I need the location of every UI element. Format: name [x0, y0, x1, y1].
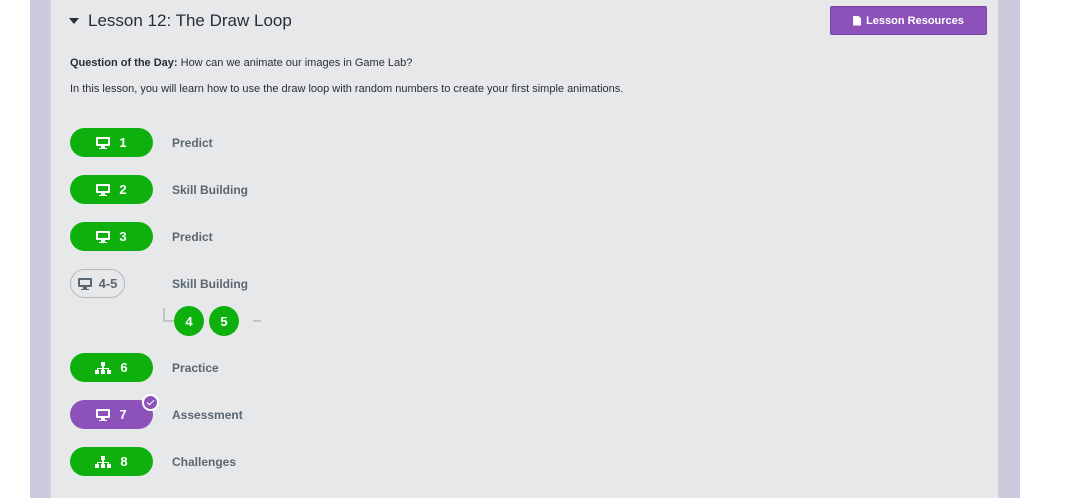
monitor-icon — [96, 136, 111, 149]
level-bubble-8[interactable]: 8 — [70, 447, 153, 476]
level-bubble-6[interactable]: 6 — [70, 353, 153, 382]
level-number: 4-5 — [98, 276, 118, 291]
level-label[interactable]: Practice — [172, 361, 219, 375]
sitemap-icon — [95, 455, 112, 468]
level-bubble-1[interactable]: 1 — [70, 128, 153, 157]
level-label[interactable]: Skill Building — [172, 277, 248, 291]
lesson-resources-button[interactable]: Lesson Resources — [830, 6, 987, 35]
level-bubble-7[interactable]: 7 — [70, 394, 159, 429]
sublevel-bubble-4[interactable]: 4 — [174, 306, 204, 336]
monitor-icon — [96, 230, 111, 243]
level-row: 3 Predict — [70, 222, 213, 251]
level-number: 3 — [119, 229, 127, 244]
level-bubble-3[interactable]: 3 — [70, 222, 153, 251]
file-icon — [853, 15, 862, 26]
caret-down-icon[interactable] — [69, 18, 79, 24]
level-label[interactable]: Predict — [172, 136, 213, 150]
level-label[interactable]: Predict — [172, 230, 213, 244]
level-row: 1 Predict — [70, 128, 213, 157]
level-bubble-2[interactable]: 2 — [70, 175, 153, 204]
lesson-intro: In this lesson, you will learn how to us… — [70, 83, 624, 95]
level-row: 2 Skill Building — [70, 175, 248, 204]
level-row: 7 Assessment — [70, 394, 243, 429]
level-number: 8 — [120, 454, 128, 469]
lesson-header[interactable]: Lesson 12: The Draw Loop — [69, 10, 292, 32]
level-bubble-4-5[interactable]: 4-5 — [70, 269, 125, 298]
level-number: 1 — [119, 135, 127, 150]
sublevel-bubble-5[interactable]: 5 — [209, 306, 239, 336]
check-icon — [142, 394, 159, 411]
level-label[interactable]: Assessment — [172, 408, 243, 422]
lesson-panel: Lesson 12: The Draw Loop Lesson Resource… — [50, 0, 999, 498]
level-row: 6 Practice — [70, 353, 219, 382]
question-label: Question of the Day: — [70, 57, 178, 69]
page-frame: Lesson 12: The Draw Loop Lesson Resource… — [30, 0, 1020, 498]
sitemap-icon — [95, 361, 112, 374]
level-number: 7 — [119, 407, 127, 422]
monitor-icon — [96, 183, 111, 196]
question-of-the-day: Question of the Day: How can we animate … — [70, 57, 412, 69]
level-label[interactable]: Skill Building — [172, 183, 248, 197]
level-row: 8 Challenges — [70, 447, 236, 476]
monitor-icon — [96, 408, 111, 421]
lesson-resources-label: Lesson Resources — [866, 14, 964, 27]
level-number: 6 — [120, 360, 128, 375]
lesson-title: Lesson 12: The Draw Loop — [88, 11, 292, 30]
monitor-icon — [77, 277, 92, 290]
level-row: 4-5 Skill Building — [70, 269, 248, 298]
question-text: How can we animate our images in Game La… — [177, 57, 413, 69]
sublevel-link — [253, 320, 261, 322]
level-number: 2 — [119, 182, 127, 197]
level-label[interactable]: Challenges — [172, 455, 236, 469]
